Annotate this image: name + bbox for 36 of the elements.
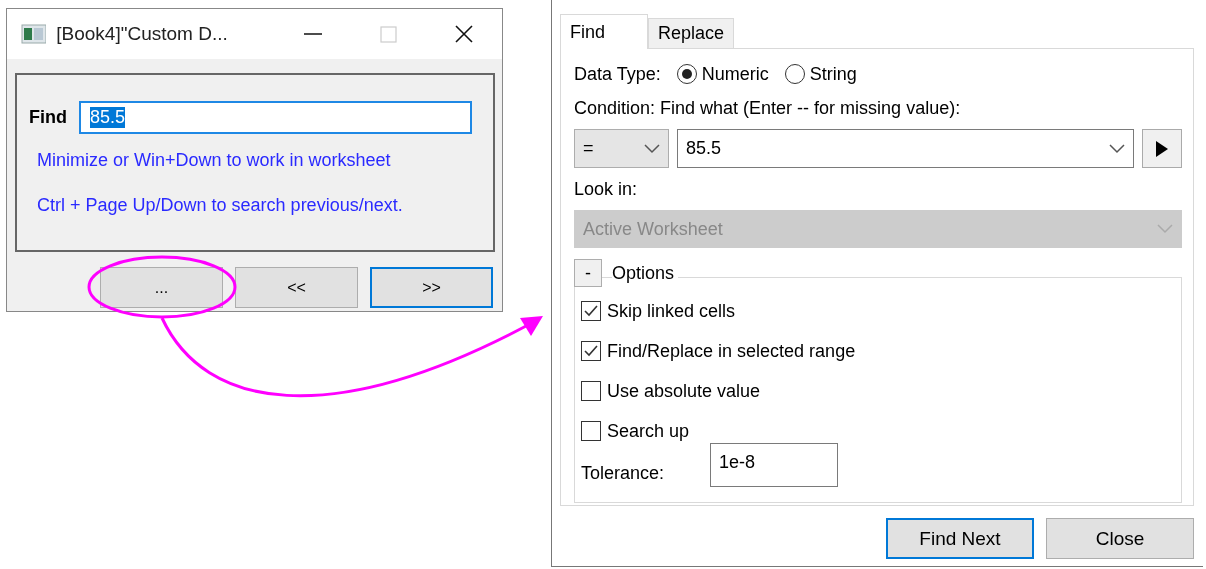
chevron-icon [1109,143,1125,154]
look-in-label: Look in: [574,178,638,200]
close-button[interactable]: Close [1046,518,1194,559]
find-what-combobox[interactable]: 85.5 [677,129,1134,168]
hint-text: Minimize or Win+Down to work in worksheet [37,150,392,171]
hint-text: Ctrl + Page Up/Down to search previous/next. [37,195,404,216]
checkbox[interactable]: Skip linked cells [581,298,736,324]
radio-button[interactable]: Numeric [676,63,769,85]
checkbox[interactable]: Find/Replace in selected range [581,338,856,364]
collapse-button[interactable]: - [574,259,602,287]
next-button[interactable]: >> [370,267,493,308]
play-button[interactable] [1142,129,1182,168]
find-what-label: Find what (Enter -- for missing value): [660,97,961,119]
condition-label: Condition: [574,97,656,119]
more-button[interactable]: ... [100,267,223,308]
close-icon[interactable] [453,23,476,45]
checkmark-icon [584,345,598,357]
checkbox[interactable]: Search up [581,418,690,444]
tolerance-label: Tolerance: [581,462,665,484]
checkbox[interactable]: Use absolute value [581,378,761,404]
tolerance-input[interactable]: 1e-8 [710,443,839,487]
tab[interactable]: Find [560,14,648,49]
find-next-button[interactable]: Find Next [886,518,1034,559]
play-icon [1155,139,1169,158]
checkmark-icon [584,305,598,317]
condition-dropdown[interactable]: = [574,129,669,168]
chevron-icon [644,143,660,154]
chevron-icon [1157,224,1173,234]
data-type-label: Data Type: [574,63,661,85]
radio-button[interactable]: String [784,63,857,85]
tab[interactable]: Replace [648,18,735,48]
find-input[interactable]: 85.5 [79,101,472,134]
find-label: Find [29,107,67,128]
window-title: [Book4]"Custom D... [56,23,229,45]
previous-button[interactable]: << [235,267,358,308]
app-icon [21,23,47,45]
